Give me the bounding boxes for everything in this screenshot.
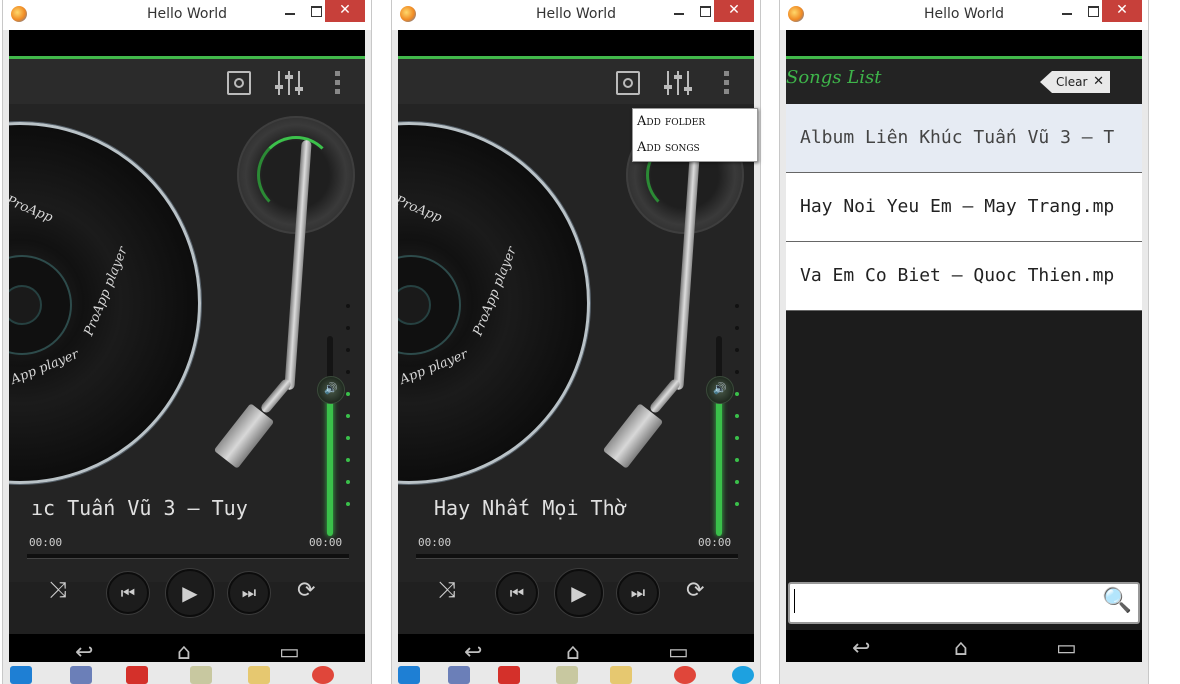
back-icon[interactable]: ↩ [75,640,93,662]
app-window-player-menu: Hello World ✕ ProApp ProApp player App p… [391,0,761,684]
tonearm [648,377,682,415]
record-label [398,255,461,355]
phone-screen: Songs List Clear Album Liên Khúc Tuấn Vũ… [786,30,1142,662]
song-list-item[interactable]: Va Em Co Biet – Quoc Thien.mp [786,242,1142,311]
home-icon[interactable]: ⌂ [177,640,191,662]
seek-bar[interactable] [416,554,738,559]
songs-list-header: Songs List Clear [786,59,1142,104]
total-time: 00:00 [698,536,732,549]
tonearm-head [213,403,275,469]
volume-level [327,388,333,536]
player-toolbar [9,59,365,104]
title-bar[interactable]: Hello World ✕ [392,0,760,30]
maximize-button[interactable] [694,0,716,22]
android-nav-bar: ↩ ⌂ ▭ [786,630,1142,662]
shuffle-icon[interactable]: ⤨ [438,578,456,603]
overflow-popup-menu: Add folder Add songs [632,108,758,162]
song-list-item[interactable]: Album Liên Khúc Tuấn Vũ 3 – T [786,104,1142,173]
vinyl-icon[interactable] [616,71,640,95]
back-icon[interactable]: ↩ [464,640,482,662]
skype-taskbar-icon[interactable] [732,666,754,684]
previous-button[interactable]: ⏮ [496,572,538,614]
app-taskbar-icon[interactable] [70,666,92,684]
ie-taskbar-icon[interactable] [398,666,420,684]
next-button[interactable]: ⏭ [617,572,659,614]
folder-taskbar-icon[interactable] [248,666,270,684]
recents-icon[interactable]: ▭ [279,640,300,662]
back-icon[interactable]: ↩ [852,636,870,661]
now-playing-title: ıc Tuấn Vũ 3 – Tuy [31,496,248,520]
maximize-button[interactable] [1082,0,1104,22]
close-button[interactable]: ✕ [1102,0,1142,22]
chrome-taskbar-icon[interactable] [312,666,334,684]
status-bar [786,30,1142,56]
title-bar[interactable]: Hello World ✕ [3,0,371,30]
player-toolbar [398,59,754,104]
repeat-icon[interactable]: ⟳ [297,578,315,603]
app-taskbar-icon[interactable] [448,666,470,684]
list-empty-area [786,312,1142,582]
folder-taskbar-icon[interactable] [610,666,632,684]
equalizer-icon[interactable] [275,71,303,95]
app-taskbar-icon[interactable] [498,666,520,684]
search-icon[interactable]: 🔍 [1102,586,1132,614]
app-taskbar-icon[interactable] [126,666,148,684]
chrome-taskbar-icon[interactable] [674,666,696,684]
minimize-button[interactable] [1056,0,1078,22]
home-icon[interactable]: ⌂ [566,640,580,662]
title-bar[interactable]: Hello World ✕ [780,0,1148,30]
android-nav-bar: ↩ ⌂ ▭ [398,634,754,662]
phone-screen: ProApp ProApp player App player ıc Tuấn … [9,30,365,662]
volume-knob[interactable] [706,376,734,404]
play-button[interactable]: ▶ [166,569,214,617]
tonearm-head [602,403,664,469]
next-button[interactable]: ⏭ [228,572,270,614]
overflow-menu-icon[interactable] [724,71,730,95]
app-window-player: Hello World ✕ ProApp ProApp player App p… [2,0,372,684]
songs-list-title: Songs List [786,67,882,88]
tonearm [259,377,293,415]
search-field[interactable]: 🔍 [788,582,1140,624]
status-bar [398,30,754,56]
text-caret [794,589,795,613]
menu-item-add-songs[interactable]: Add songs [633,135,757,161]
previous-button[interactable]: ⏮ [107,572,149,614]
song-list-item[interactable]: Hay Noi Yeu Em – May Trang.mp [786,173,1142,242]
equalizer-icon[interactable] [664,71,692,95]
vinyl-icon[interactable] [227,71,251,95]
volume-knob[interactable] [317,376,345,404]
elapsed-time: 00:00 [29,536,63,549]
app-window-songs-list: Hello World ✕ Songs List Clear Album Liê… [779,0,1149,684]
minimize-button[interactable] [279,0,301,22]
minimize-button[interactable] [668,0,690,22]
menu-item-add-folder[interactable]: Add folder [633,109,757,135]
maximize-button[interactable] [305,0,327,22]
repeat-icon[interactable]: ⟳ [686,578,704,603]
play-button[interactable]: ▶ [555,569,603,617]
app-taskbar-icon[interactable] [556,666,578,684]
volume-level [716,388,722,536]
total-time: 00:00 [309,536,343,549]
status-bar [9,30,365,56]
android-nav-bar: ↩ ⌂ ▭ [9,634,365,662]
recents-icon[interactable]: ▭ [1056,636,1077,661]
close-button[interactable]: ✕ [714,0,754,22]
overflow-menu-icon[interactable] [335,71,341,95]
ie-taskbar-icon[interactable] [10,666,32,684]
now-playing-title: Hay Nhất Mọi Thờ [434,496,627,520]
app-taskbar-icon[interactable] [190,666,212,684]
close-button[interactable]: ✕ [325,0,365,22]
seek-bar[interactable] [27,554,349,559]
elapsed-time: 00:00 [418,536,452,549]
home-icon[interactable]: ⌂ [954,636,968,661]
shuffle-icon[interactable]: ⤨ [49,578,67,603]
clear-button[interactable]: Clear [1040,71,1110,93]
record-label [9,255,72,355]
recents-icon[interactable]: ▭ [668,640,689,662]
